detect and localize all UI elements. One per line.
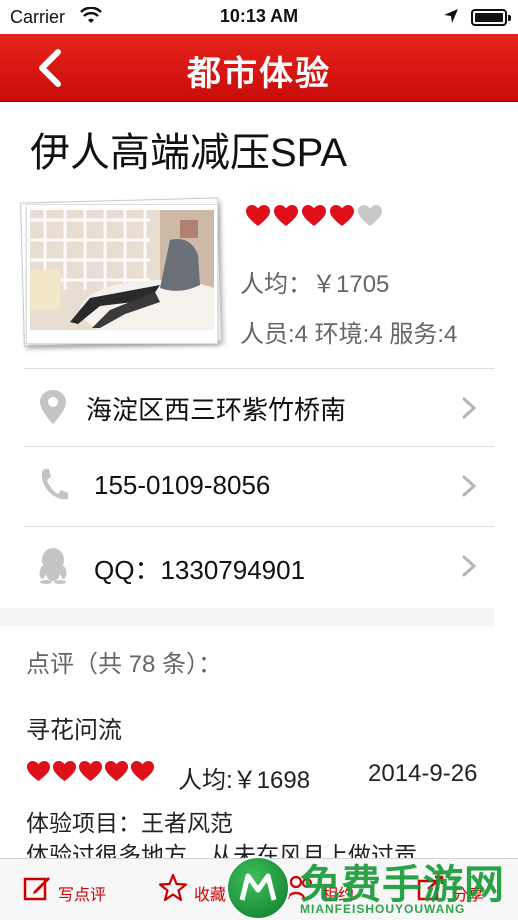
phone-number: 155-0109-8056 (94, 470, 271, 500)
nav-bar: 都市体验 (0, 34, 518, 102)
qq-row[interactable]: QQ：1330794901 (0, 526, 518, 604)
section-separator (0, 608, 494, 626)
shop-name: 伊人高端减压SPA (30, 131, 348, 175)
write-review-label: 写点评 (58, 887, 107, 904)
star-icon (158, 873, 188, 902)
watermark-subtext: MIANFEISHOUYOUWANG (300, 902, 466, 916)
page-title: 都市体验 (187, 55, 331, 93)
clock: 10:13 AM (219, 6, 299, 26)
heart-filled-icon (26, 760, 51, 782)
review-count: 点评（共 78 条）： (26, 651, 223, 678)
phone-icon (41, 469, 68, 500)
heart-filled-icon (52, 760, 77, 782)
review-average-price: 人均:￥1698 (178, 767, 311, 794)
scores: 人员:4 环境:4 服务:4 (240, 321, 458, 348)
chevron-right-icon (462, 475, 477, 497)
shop-photo[interactable] (30, 210, 214, 330)
heart-filled-icon (274, 205, 298, 226)
review-date: 2014-9-26 (368, 760, 478, 787)
heart-filled-icon (130, 760, 155, 782)
address-text: 海淀区西三环紫竹桥南 (86, 395, 347, 425)
status-bar: Carrier 10:13 AM (0, 0, 518, 34)
review-hearts (26, 760, 155, 783)
average-price: 人均：￥1705 (240, 271, 390, 298)
edit-icon (23, 877, 50, 901)
qq-penguin-icon (39, 548, 67, 584)
watermark-circle-icon (226, 856, 290, 920)
heart-empty-icon (358, 205, 382, 226)
phone-row[interactable]: 155-0109-8056 (0, 446, 518, 524)
heart-filled-icon (246, 205, 270, 226)
heart-filled-icon (330, 205, 354, 226)
location-arrow-icon (444, 9, 458, 23)
battery-icon (471, 9, 511, 26)
chevron-right-icon (462, 397, 477, 419)
favorite-label: 收藏 (194, 887, 227, 904)
map-pin-icon (40, 390, 66, 424)
chevron-right-icon (462, 555, 477, 577)
heart-filled-icon (104, 760, 129, 782)
rating-hearts (245, 204, 383, 228)
qq-number: QQ：1330794901 (94, 555, 306, 585)
reviewer-name: 寻花问流 (26, 717, 122, 744)
heart-filled-icon (78, 760, 103, 782)
review-item: 体验项目：王者风范 (26, 810, 233, 836)
watermark-logo: 免费手游网 MIANFEISHOUYOUWANG (226, 852, 518, 920)
heart-filled-icon (302, 205, 326, 226)
address-row[interactable]: 海淀区西三环紫竹桥南 (0, 368, 518, 446)
